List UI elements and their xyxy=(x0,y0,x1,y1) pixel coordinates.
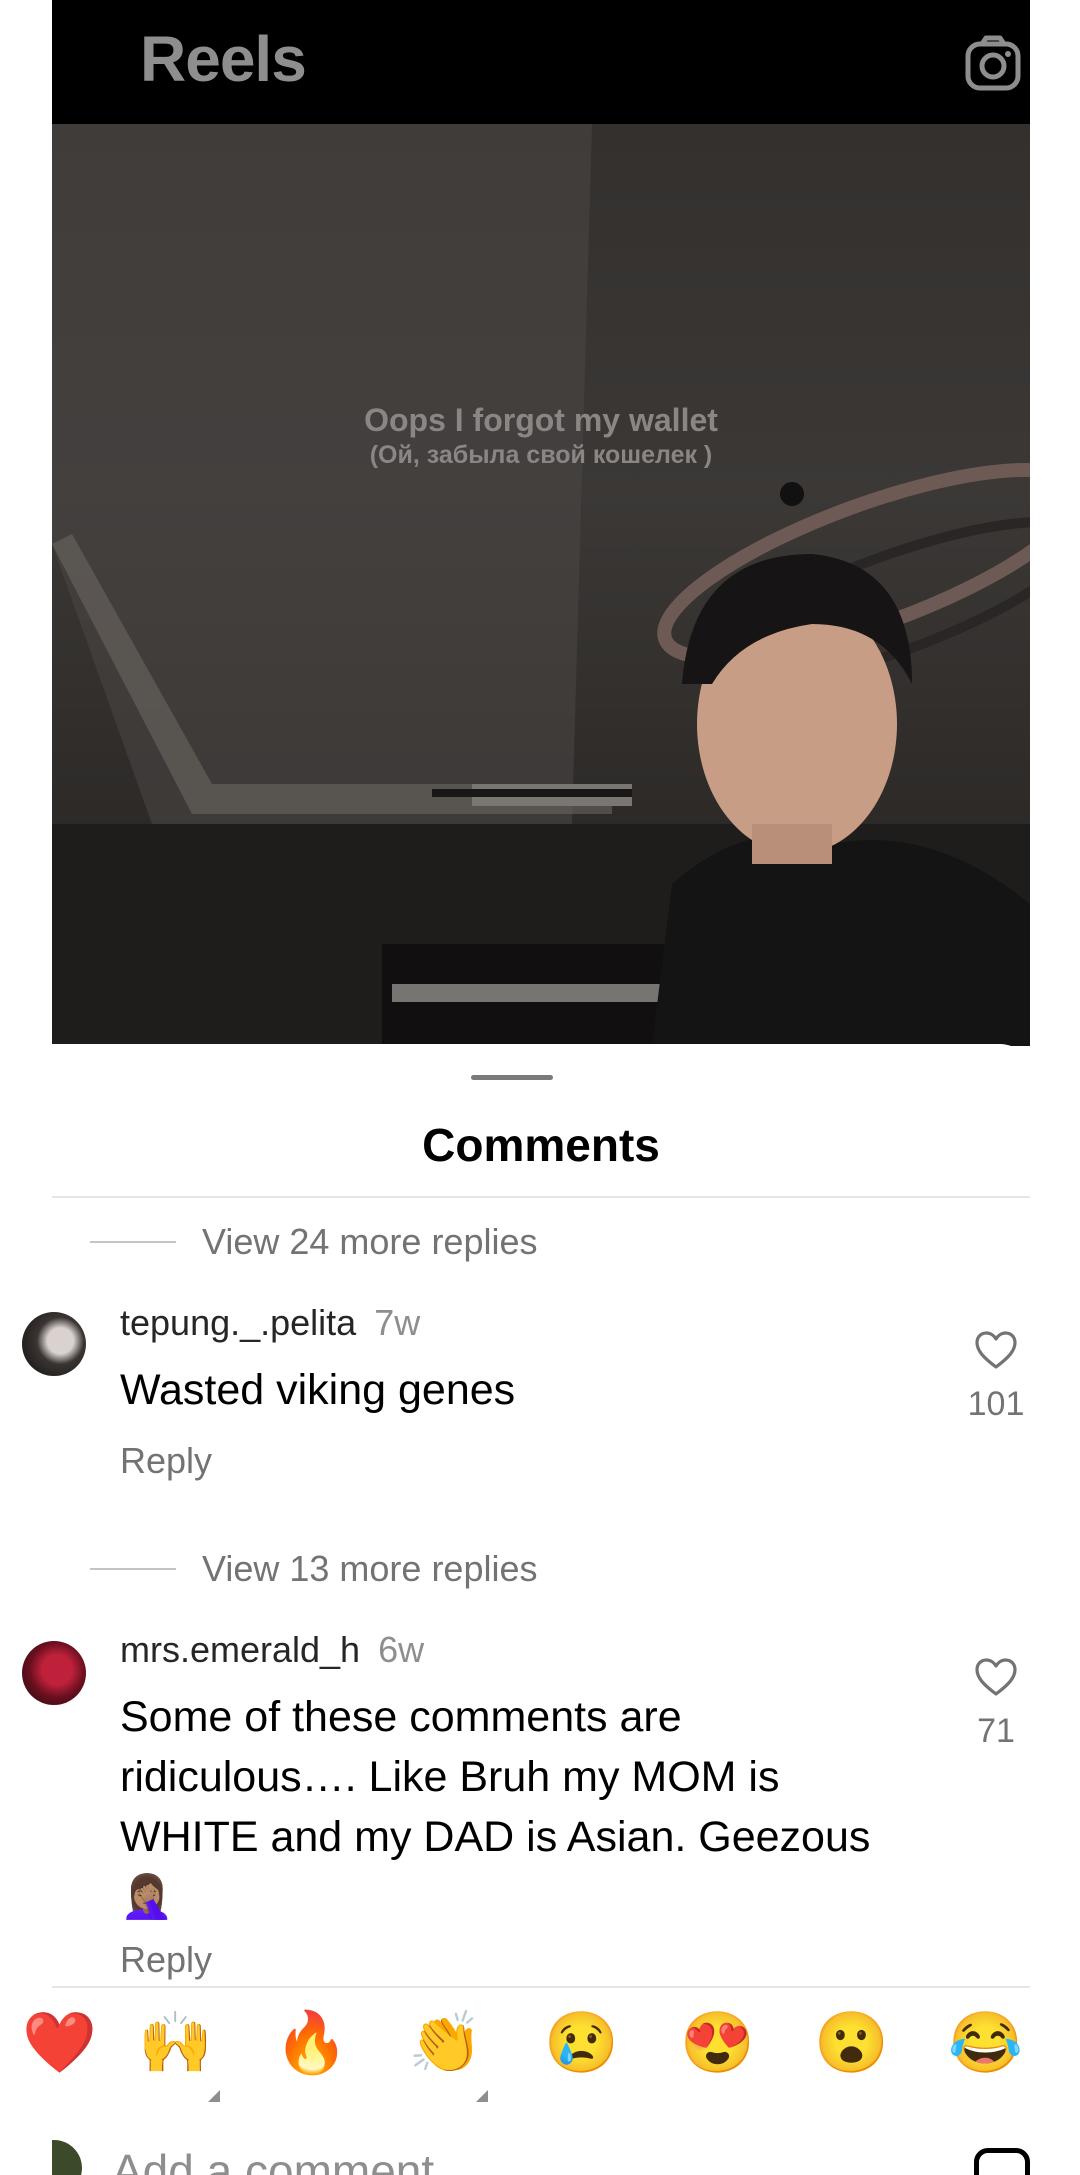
emoji-clapping-hands[interactable]: 👏 xyxy=(408,2008,483,2078)
sheet-drag-handle[interactable] xyxy=(471,1075,553,1080)
replies-line xyxy=(90,1568,176,1570)
view-more-replies-link[interactable]: View 24 more replies xyxy=(90,1221,538,1262)
sheet-title: Comments xyxy=(422,1119,660,1171)
camera-icon[interactable] xyxy=(964,34,1024,94)
emoji-raising-hands[interactable]: 🙌 xyxy=(138,2008,213,2078)
heart-icon[interactable] xyxy=(974,1657,1018,1697)
avatar[interactable] xyxy=(22,1641,86,1705)
comment-text: Some of these comments are ridiculous…. … xyxy=(120,1693,871,1921)
top-bar: Reels xyxy=(52,0,1030,124)
emoji-fire[interactable]: 🔥 xyxy=(274,2008,349,2078)
avatar xyxy=(52,2140,82,2175)
video-caption: Oops I forgot my wallet (Ой, забыла свой… xyxy=(52,402,1030,470)
view-more-replies-label: View 24 more replies xyxy=(202,1221,538,1262)
like-count: 101 xyxy=(967,1385,1025,1423)
caption-line-2: (Ой, забыла свой кошелек ) xyxy=(369,441,713,469)
video-frame-illustration xyxy=(52,124,1030,1046)
skin-tone-indicator xyxy=(476,2090,488,2102)
comment-header: mrs.emerald_h 6w xyxy=(120,1629,424,1671)
quick-reactions-bar: ❤️ 🙌 🔥 👏 😢 😍 😮 😂 xyxy=(22,1988,1030,2118)
emoji-heart-eyes[interactable]: 😍 xyxy=(680,2008,755,2078)
avatar[interactable] xyxy=(22,1312,86,1376)
caption-line-1: Oops I forgot my wallet xyxy=(364,402,718,438)
reply-button[interactable]: Reply xyxy=(120,1939,212,1981)
skin-tone-indicator xyxy=(208,2090,220,2102)
page-title: Reels xyxy=(140,23,307,95)
reel-video[interactable]: Oops I forgot my wallet (Ой, забыла свой… xyxy=(52,124,1030,1046)
emoji-surprised-face[interactable]: 😮 xyxy=(814,2008,889,2078)
comment-like[interactable]: 101 xyxy=(966,1330,1026,1424)
like-count: 71 xyxy=(977,1712,1015,1750)
comment-input[interactable]: Add a comment… xyxy=(112,2144,480,2175)
comment-username[interactable]: tepung._.pelita xyxy=(120,1302,356,1343)
heart-icon[interactable] xyxy=(974,1330,1018,1370)
reply-button[interactable]: Reply xyxy=(120,1440,212,1482)
replies-line xyxy=(90,1241,176,1243)
comment-like[interactable]: 71 xyxy=(966,1657,1026,1751)
comment-header: tepung._.pelita 7w xyxy=(120,1302,420,1344)
comment-composer: Add a comment… xyxy=(52,2118,1030,2175)
view-more-replies-link[interactable]: View 13 more replies xyxy=(90,1548,538,1589)
comment-username[interactable]: mrs.emerald_h xyxy=(120,1629,360,1670)
header-divider xyxy=(52,1196,1030,1198)
view-more-replies-label: View 13 more replies xyxy=(202,1548,538,1589)
emoji-red-heart[interactable]: ❤️ xyxy=(22,2008,97,2078)
comment-time: 7w xyxy=(374,1302,421,1343)
comment-text: Wasted viking genes xyxy=(120,1366,516,1414)
comment-time: 6w xyxy=(378,1629,425,1670)
emoji-laughing-face[interactable]: 😂 xyxy=(948,2008,1023,2078)
emoji-crying-face[interactable]: 😢 xyxy=(544,2008,619,2078)
sticker-icon[interactable] xyxy=(974,2148,1030,2175)
